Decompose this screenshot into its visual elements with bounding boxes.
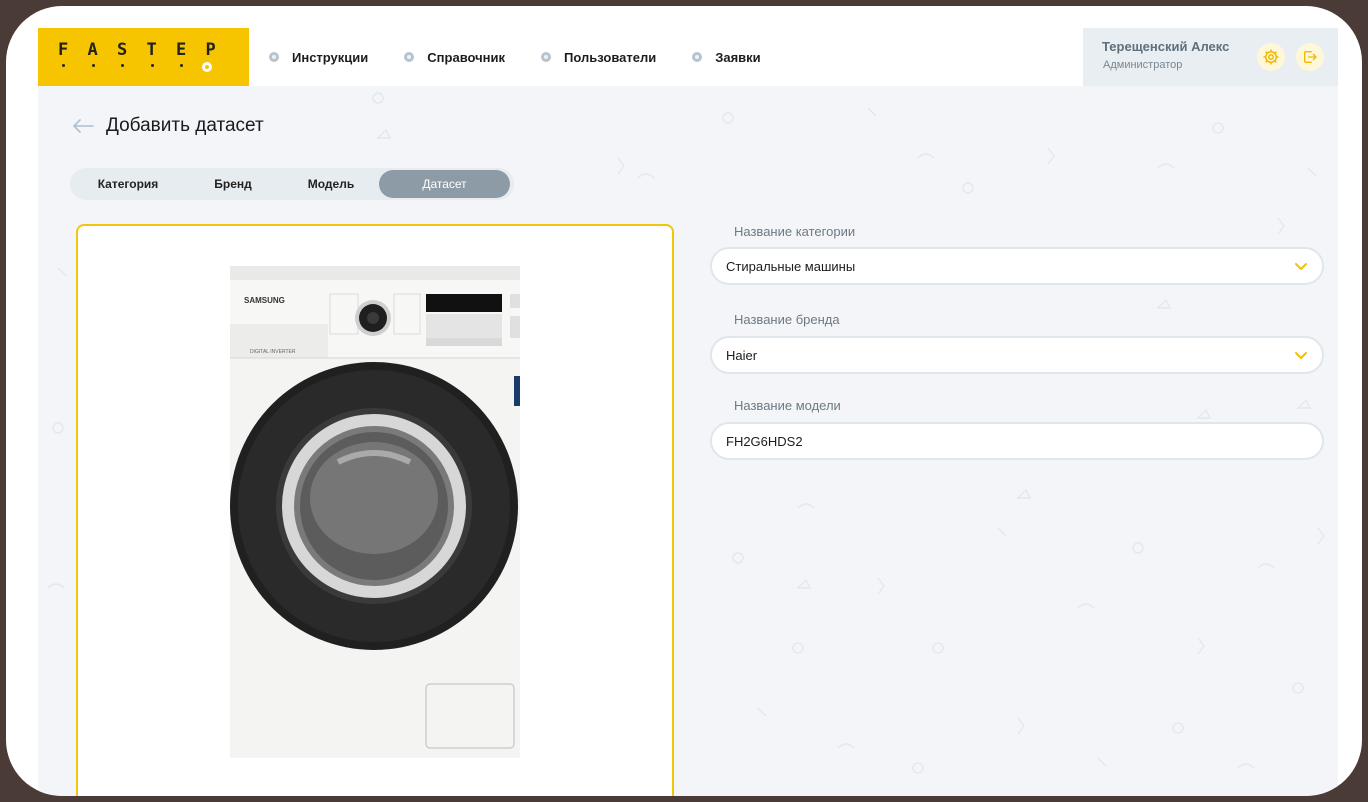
logo-letters: F A S T E P [58, 40, 235, 60]
gear-icon [1263, 49, 1279, 65]
nav-item-label: Инструкции [292, 49, 369, 65]
nav-dot-icon [541, 52, 552, 62]
category-label: Название категории [734, 224, 856, 239]
arrow-left-icon [73, 119, 94, 133]
logo-letter: F [58, 40, 69, 60]
model-label: Название модели [734, 398, 841, 413]
nav-item-label: Пользователи [564, 49, 657, 65]
chevron-down-icon [1295, 263, 1307, 270]
nav-item-label: Заявки [715, 49, 761, 65]
nav-item-instructions[interactable]: Инструкции [269, 50, 368, 65]
chevron-down-icon [1295, 352, 1307, 359]
logo-dots [62, 64, 210, 67]
user-panel: Терещенский Алекс Администратор [1083, 28, 1338, 86]
nav-dot-icon [404, 52, 415, 62]
nav-item-reference[interactable]: Справочник [404, 50, 505, 65]
washing-machine-image: SAMSUNG DIGITAL INVERTER [230, 266, 520, 758]
device-frame: F A S T E P Инструкции Справочник Пользо… [6, 6, 1362, 796]
nav-dot-icon [692, 52, 703, 62]
logo-letter: E [176, 40, 187, 60]
logo-letter: S [117, 40, 128, 60]
logo-letter: P [205, 40, 216, 60]
logo-letter: T [146, 40, 157, 60]
nav-item-label: Справочник [427, 49, 506, 65]
category-select[interactable]: Стиральные машины [710, 247, 1324, 285]
step-tabs: Категория Бренд Модель Датасет [70, 168, 514, 200]
model-field[interactable]: FH2G6HDS2 [710, 422, 1324, 460]
washer-brand-text: SAMSUNG [244, 296, 285, 305]
logo-ring-icon [202, 62, 212, 72]
settings-button[interactable] [1257, 43, 1285, 71]
tab-brand[interactable]: Бренд [190, 170, 276, 198]
main-nav: Инструкции Справочник Пользователи Заявк… [269, 28, 797, 86]
tab-dataset[interactable]: Датасет [379, 170, 510, 198]
nav-item-users[interactable]: Пользователи [541, 50, 656, 65]
nav-dot-icon [269, 52, 279, 62]
user-role: Администратор [1103, 59, 1183, 71]
app-screen: F A S T E P Инструкции Справочник Пользо… [38, 28, 1338, 796]
top-header: F A S T E P Инструкции Справочник Пользо… [38, 28, 1338, 86]
logout-icon [1304, 51, 1317, 63]
tab-category[interactable]: Категория [76, 170, 180, 198]
tab-model[interactable]: Модель [288, 170, 374, 198]
dataset-image-panel[interactable]: SAMSUNG DIGITAL INVERTER [76, 224, 674, 796]
category-value: Стиральные машины [726, 259, 856, 274]
brand-select[interactable]: Haier [710, 336, 1324, 374]
back-button[interactable] [72, 119, 94, 138]
nav-item-requests[interactable]: Заявки [692, 49, 761, 65]
fastep-logo[interactable]: F A S T E P [38, 28, 249, 86]
logout-button[interactable] [1296, 43, 1324, 71]
washer-sub-text: DIGITAL INVERTER [250, 349, 296, 355]
model-value: FH2G6HDS2 [726, 434, 803, 449]
brand-value: Haier [726, 348, 758, 363]
user-name: Терещенский Алекс [1102, 39, 1230, 54]
logo-letter: A [87, 40, 98, 60]
page-title: Добавить датасет [106, 115, 264, 136]
brand-label: Название бренда [734, 312, 840, 327]
